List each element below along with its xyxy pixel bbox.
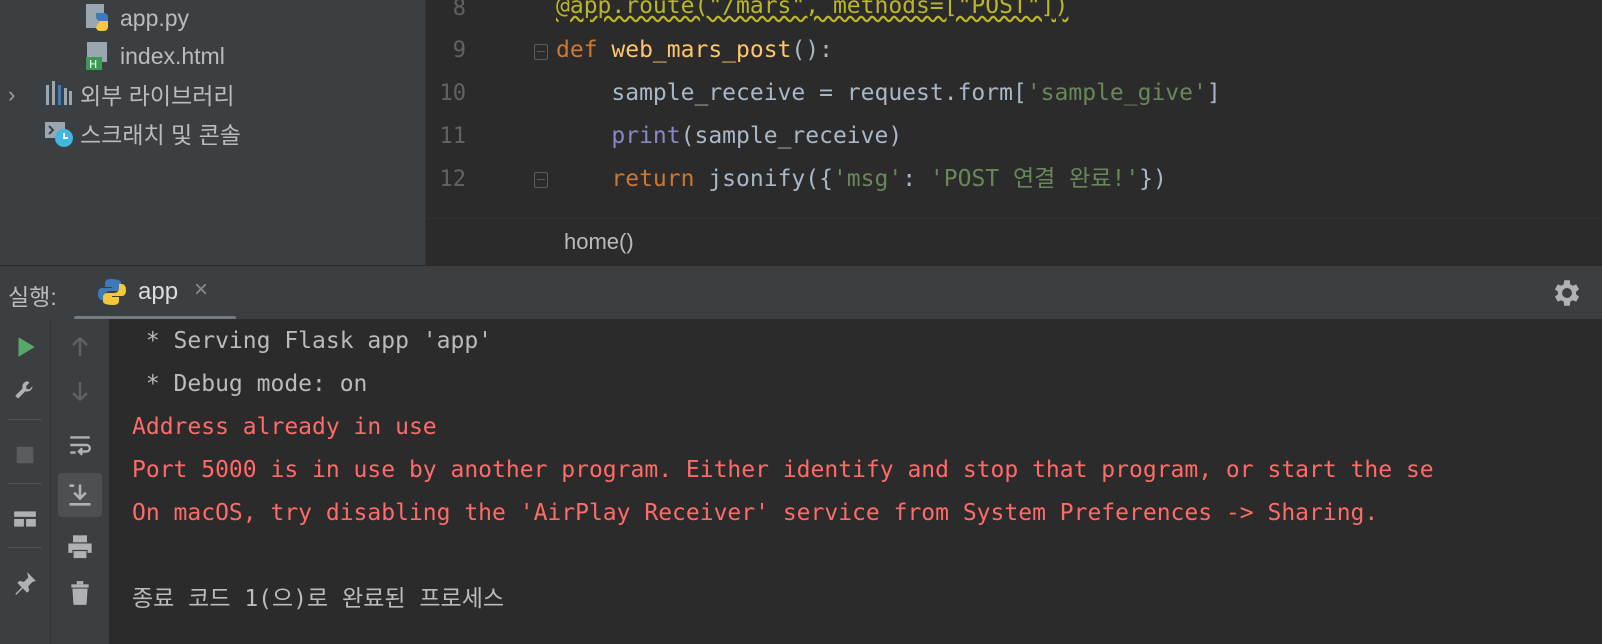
run-label: 실행:: [8, 284, 57, 310]
gear-icon[interactable]: [1550, 276, 1584, 310]
run-icon[interactable]: [7, 329, 43, 365]
line-number: 11: [439, 124, 467, 149]
code-token: sample_receive = request.form[: [556, 80, 1027, 106]
trash-icon[interactable]: [62, 575, 98, 611]
code-token: 'POST 연결 완료!': [929, 166, 1140, 192]
html-file-icon: H: [84, 41, 114, 71]
tree-item-label: index.html: [120, 42, 225, 69]
tree-item-label: 외부 라이브러리: [80, 83, 235, 109]
run-toolbar-primary: [0, 319, 51, 644]
console-line: Address already in use: [132, 414, 437, 440]
code-token: 'msg': [832, 166, 903, 192]
code-area[interactable]: @app.route("/mars", methods=["POST"]) de…: [556, 0, 1602, 218]
code-token: print: [611, 123, 681, 149]
layout-icon[interactable]: [7, 501, 43, 537]
stop-icon[interactable]: [7, 437, 43, 473]
python-icon: [98, 278, 126, 311]
fold-marker-icon[interactable]: [534, 44, 548, 60]
soft-wrap-icon[interactable]: [62, 427, 98, 463]
chevron-right-icon[interactable]: ›: [8, 82, 15, 108]
console-line: 종료 코드 1(으)로 완료된 프로세스: [132, 586, 505, 612]
console-line: * Debug mode: on: [132, 371, 368, 397]
scroll-to-end-icon[interactable]: [58, 473, 102, 517]
code-token: (sample_receive): [680, 123, 903, 149]
code-token: web_mars_post: [611, 37, 792, 63]
wrench-icon[interactable]: [7, 373, 43, 409]
console-output[interactable]: * Serving Flask app 'app' * Debug mode: …: [110, 319, 1602, 644]
scratch-icon: [44, 118, 74, 148]
project-tree-panel: app.py H index.html › 외부 라이브러리 스크래치 및 콘솔: [0, 0, 426, 265]
line-number: 9: [452, 38, 466, 63]
svg-text:H: H: [89, 58, 97, 71]
code-token: 'sample_give': [1026, 80, 1207, 106]
line-number: 12: [439, 167, 467, 192]
tab-label: app: [138, 278, 179, 305]
console-line: * Serving Flask app 'app': [132, 328, 493, 354]
code-line: sample_receive = request.form['sample_gi…: [556, 75, 1221, 111]
code-line: return jsonify({'msg': 'POST 연결 완료!'}): [556, 161, 1167, 197]
tree-item-label: 스크래치 및 콘솔: [80, 122, 241, 148]
tree-item-label: app.py: [120, 4, 190, 31]
arrow-up-icon[interactable]: [62, 329, 98, 365]
breadcrumb-bar: home(): [426, 218, 1602, 266]
code-token: def: [556, 37, 612, 63]
arrow-down-icon[interactable]: [62, 373, 98, 409]
code-line: def web_mars_post():: [556, 32, 833, 68]
print-icon[interactable]: [62, 529, 98, 565]
code-token: :: [902, 166, 930, 192]
console-line: Port 5000 is in use by another program. …: [132, 457, 1434, 483]
code-token: }): [1139, 166, 1167, 192]
code-line: @app.route("/mars", methods=["POST"]): [556, 0, 1068, 24]
code-token: ():: [791, 37, 833, 63]
python-file-icon: [84, 3, 114, 33]
tab-app[interactable]: app ×: [74, 266, 236, 320]
breadcrumb[interactable]: home(): [564, 229, 634, 255]
code-token: @app.route("/mars", methods=["POST"]): [556, 0, 1069, 19]
pin-icon[interactable]: [7, 565, 43, 601]
fold-marker-icon[interactable]: [534, 172, 548, 188]
toolbar-separator: [8, 419, 42, 420]
tree-item-scratches[interactable]: 스크래치 및 콘솔: [44, 115, 241, 151]
line-number: 8: [452, 0, 466, 21]
toolbar-separator: [8, 547, 42, 548]
library-icon: [44, 79, 74, 109]
tree-item-external-libraries[interactable]: 외부 라이브러리: [44, 76, 235, 112]
toolbar-separator: [8, 483, 42, 484]
code-token: return: [611, 166, 709, 192]
code-line: print(sample_receive): [556, 118, 902, 154]
tree-item-app-py[interactable]: app.py: [84, 0, 189, 36]
tree-item-index-html[interactable]: H index.html: [84, 38, 225, 74]
line-number: 10: [439, 81, 467, 106]
code-editor[interactable]: 8 9 10 11 12 @app.route("/mars", methods…: [426, 0, 1602, 266]
line-number-gutter: 8 9 10 11 12: [426, 0, 548, 218]
code-token: ]: [1206, 80, 1221, 106]
run-panel-header: 실행: app ×: [0, 265, 1602, 321]
run-toolbar-secondary: [51, 319, 110, 644]
console-line: On macOS, try disabling the 'AirPlay Rec…: [132, 500, 1379, 526]
code-token: jsonify({: [708, 166, 833, 192]
close-icon[interactable]: ×: [194, 276, 208, 304]
